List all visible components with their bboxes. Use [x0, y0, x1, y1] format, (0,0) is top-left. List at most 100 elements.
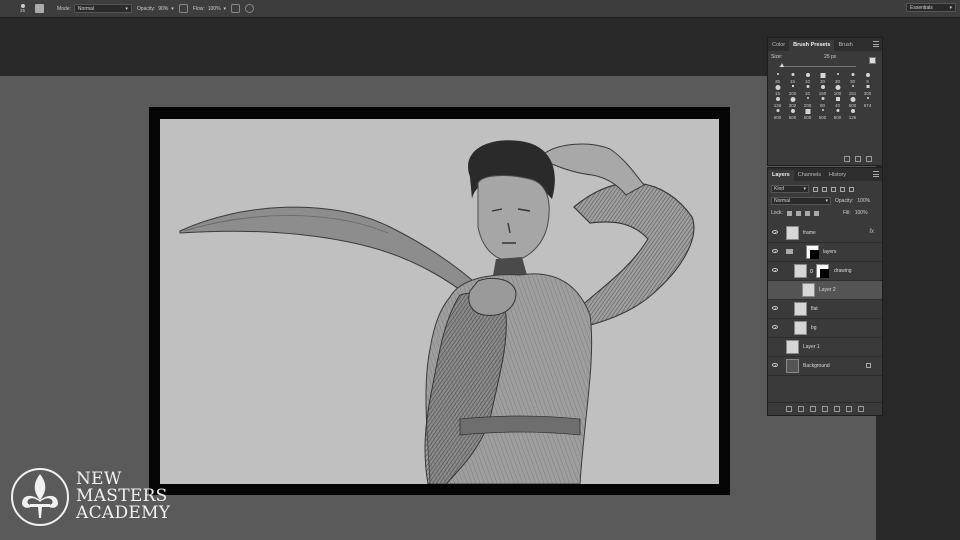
- new-layer-icon[interactable]: [846, 406, 852, 412]
- document-frame[interactable]: [149, 107, 730, 495]
- brush-preset[interactable]: 674: [860, 96, 875, 108]
- brush-preset-picker[interactable]: 25: [20, 4, 25, 13]
- visibility-eye-icon[interactable]: [772, 306, 778, 310]
- brush-preset[interactable]: 500: [785, 108, 800, 120]
- tab-layers[interactable]: Layers: [768, 170, 794, 181]
- mask-link-icon[interactable]: [810, 269, 813, 273]
- chevron-down-icon[interactable]: ▾: [171, 6, 174, 12]
- brush-preset[interactable]: 126: [770, 96, 785, 108]
- layer-thumbnail: [802, 283, 815, 297]
- brush-preset[interactable]: 30: [830, 72, 845, 84]
- brush-preset[interactable]: 100: [830, 84, 845, 96]
- layer-style-fx-icon[interactable]: [798, 406, 804, 412]
- filter-kind-select[interactable]: Kind ▾: [771, 185, 809, 193]
- panel-menu-icon[interactable]: [873, 171, 879, 177]
- brush-preset[interactable]: 500: [800, 108, 815, 120]
- tab-brush-presets[interactable]: Brush Presets: [789, 40, 835, 51]
- right-dock-background: [876, 19, 960, 540]
- pressure-opacity-icon[interactable]: [178, 4, 188, 13]
- layer-row[interactable]: bg: [768, 319, 882, 338]
- chevron-down-icon[interactable]: ▾: [224, 6, 227, 12]
- tab-brush[interactable]: Brush: [834, 40, 856, 51]
- visibility-eye-icon[interactable]: [772, 325, 778, 329]
- size-slider-thumb[interactable]: [779, 63, 784, 67]
- brush-preset[interactable]: 151: [845, 84, 860, 96]
- airbrush-icon[interactable]: [231, 4, 241, 13]
- brush-preset[interactable]: 150: [815, 84, 830, 96]
- trash-icon[interactable]: [866, 156, 872, 162]
- tab-history[interactable]: History: [825, 170, 850, 181]
- brush-preset[interactable]: 15: [770, 84, 785, 96]
- brush-preset[interactable]: 500: [830, 108, 845, 120]
- brush-preset[interactable]: 300: [860, 84, 875, 96]
- layer-row[interactable]: frame fx: [768, 224, 882, 243]
- visibility-eye-icon[interactable]: [772, 249, 778, 253]
- layer-mask-thumbnail[interactable]: [816, 264, 829, 278]
- brush-preset[interactable]: 600: [770, 108, 785, 120]
- layers-panel: Layers Channels History Kind ▾ Normal ▾ …: [767, 167, 883, 416]
- adjustment-layer-icon[interactable]: [822, 406, 828, 412]
- brush-preset[interactable]: 10: [800, 72, 815, 84]
- toggle-brush-panel-icon[interactable]: [844, 156, 850, 162]
- options-bar: 25 Mode: Normal ▾ Opacity: 90% ▾ Flow: 1…: [0, 0, 960, 18]
- new-group-icon[interactable]: [834, 406, 840, 412]
- lock-pixels-icon[interactable]: [795, 210, 801, 216]
- flow-value[interactable]: 100%: [208, 6, 221, 12]
- panel-menu-icon[interactable]: [873, 41, 879, 47]
- brush-preset[interactable]: 35: [770, 72, 785, 84]
- brush-preset[interactable]: 200: [800, 96, 815, 108]
- brush-preset[interactable]: 302: [785, 96, 800, 108]
- pressure-size-icon[interactable]: [245, 4, 255, 13]
- tab-channels[interactable]: Channels: [794, 170, 825, 181]
- document-canvas[interactable]: [160, 119, 719, 484]
- layer-row[interactable]: Layer 1: [768, 338, 882, 357]
- brush-preset[interactable]: 30: [815, 72, 830, 84]
- layer-row[interactable]: flat: [768, 300, 882, 319]
- layer-row[interactable]: Background: [768, 357, 882, 376]
- lock-label: Lock:: [771, 210, 783, 216]
- brush-panel-toggle-icon[interactable]: [35, 4, 45, 13]
- layer-row[interactable]: layers: [768, 243, 882, 262]
- brush-preset[interactable]: 40: [830, 96, 845, 108]
- size-slider-track[interactable]: [779, 66, 856, 67]
- lock-transparency-icon[interactable]: [786, 210, 792, 216]
- brush-preset[interactable]: 9: [860, 72, 875, 84]
- layer-row[interactable]: drawing: [768, 262, 882, 281]
- add-mask-icon[interactable]: [810, 406, 816, 412]
- visibility-eye-icon[interactable]: [772, 230, 778, 234]
- mode-select[interactable]: Normal ▾: [73, 4, 132, 13]
- lock-all-icon[interactable]: [813, 210, 819, 216]
- fx-icon[interactable]: fx: [869, 229, 874, 235]
- size-value[interactable]: 25 px: [824, 54, 836, 60]
- blend-mode-select[interactable]: Normal ▾: [771, 197, 831, 205]
- workspace-select[interactable]: Essentials ▾: [906, 3, 956, 12]
- link-layers-icon[interactable]: [786, 406, 792, 412]
- brush-preset[interactable]: 90: [815, 96, 830, 108]
- brush-preset-size: 500: [833, 115, 842, 120]
- brush-preset[interactable]: 30: [845, 72, 860, 84]
- new-brush-icon[interactable]: [855, 156, 861, 162]
- filter-pixel-icon[interactable]: [813, 186, 818, 192]
- blend-mode-value: Normal: [774, 198, 791, 204]
- filter-adjustment-icon[interactable]: [822, 186, 827, 192]
- brush-preset[interactable]: 15: [785, 72, 800, 84]
- new-preset-icon[interactable]: [869, 57, 876, 64]
- layer-opacity-value[interactable]: 100%: [857, 198, 870, 204]
- brush-preset[interactable]: 126: [845, 108, 860, 120]
- lock-position-icon[interactable]: [804, 210, 810, 216]
- trash-icon[interactable]: [858, 406, 864, 412]
- brush-preset[interactable]: 200: [785, 84, 800, 96]
- filter-type-icon[interactable]: [831, 186, 836, 192]
- visibility-eye-icon[interactable]: [772, 268, 778, 272]
- visibility-eye-icon[interactable]: [772, 363, 778, 367]
- brush-preset[interactable]: 600: [845, 96, 860, 108]
- tab-color[interactable]: Color: [768, 40, 789, 51]
- brush-preset[interactable]: 10: [800, 84, 815, 96]
- fill-value[interactable]: 100%: [855, 210, 868, 216]
- filter-smart-object-icon[interactable]: [849, 186, 854, 192]
- layer-row[interactable]: Layer 2: [768, 281, 882, 300]
- brush-preset[interactable]: 500: [815, 108, 830, 120]
- opacity-value[interactable]: 90%: [158, 6, 168, 12]
- filter-shape-icon[interactable]: [840, 186, 845, 192]
- brush-tip-icon: [836, 109, 839, 112]
